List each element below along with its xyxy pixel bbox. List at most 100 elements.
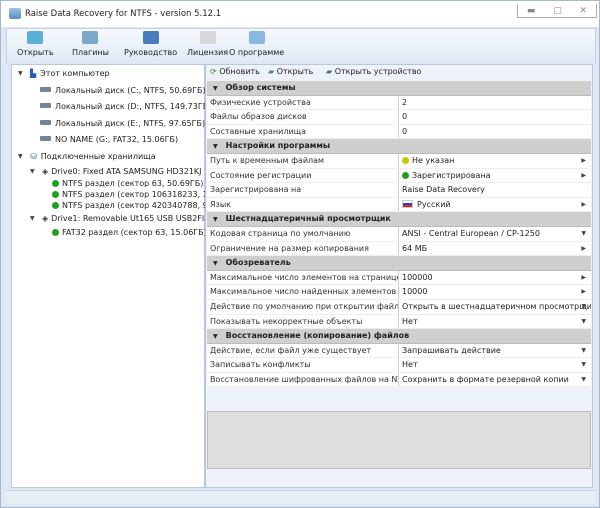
open-device-button[interactable]: ▰ Открыть устройство — [326, 67, 421, 76]
property-row[interactable]: Кодовая страница по умолчанию ANSI - Cent… — [207, 226, 591, 242]
manual-book-icon — [142, 31, 159, 44]
property-value-text: 10000 — [402, 287, 428, 297]
expand-arrow-icon[interactable]: ▶ — [581, 169, 586, 183]
expand-arrow-icon[interactable]: ▶ — [581, 154, 586, 168]
property-value[interactable]: 64 МБ ▶ — [399, 242, 591, 256]
property-name: Зарегистрирована на — [207, 183, 399, 197]
dropdown-arrow-icon[interactable]: ▼ — [581, 227, 586, 241]
collapse-arrow-icon[interactable]: ▼ — [213, 260, 218, 267]
property-row[interactable]: Файлы образов дисков 0 — [207, 110, 591, 125]
open-button[interactable]: ▰ Открыть — [268, 67, 313, 76]
collapse-arrow-icon[interactable]: ▼ — [213, 85, 218, 92]
tree-node-disk[interactable]: Локальный диск (E:, NTFS, 97.65ГБ) — [40, 117, 205, 130]
toolbar-button-0[interactable]: Открыть — [17, 31, 54, 57]
section-header[interactable]: ▼ Настройки программы — [207, 139, 591, 154]
property-name: Показывать некорректные объекты — [207, 314, 399, 329]
section-title: Настройки программы — [225, 141, 331, 151]
expand-arrow-icon[interactable]: ▼ — [18, 153, 23, 160]
property-row[interactable]: Максимальное число найденных элементов в… — [207, 285, 591, 300]
tree-node-storages[interactable]: ⛁ Подключенные хранилища — [30, 150, 156, 163]
expand-arrow-icon[interactable]: ▼ — [18, 70, 23, 77]
section-header[interactable]: ▼ Восстановление (копирование) файлов — [207, 329, 591, 344]
dropdown-arrow-icon[interactable]: ▼ — [581, 300, 586, 314]
expand-arrow-icon[interactable]: ▼ — [30, 215, 35, 222]
toolbar-button-4[interactable]: О программе — [229, 31, 284, 57]
property-value: 0 — [399, 110, 591, 124]
dropdown-arrow-icon[interactable]: ▼ — [581, 358, 586, 372]
tree-node-label: Локальный диск (D:, NTFS, 149.73ГБ) — [55, 102, 212, 111]
property-value[interactable]: 10000 ▶ — [399, 285, 591, 299]
hard-drive-icon: ◈ — [42, 213, 49, 223]
expand-arrow-icon[interactable]: ▶ — [581, 285, 586, 299]
collapse-arrow-icon[interactable]: ▼ — [213, 143, 218, 150]
property-row[interactable]: Действие, если файл уже существует Запраш… — [207, 343, 591, 359]
collapse-arrow-icon[interactable]: ▼ — [213, 333, 218, 340]
window-title: Raise Data Recovery for NTFS - version 5… — [25, 9, 222, 19]
property-row[interactable]: Ограничение на размер копирования 64 МБ ▶ — [207, 241, 591, 257]
property-row[interactable]: Составные хранилища 0 — [207, 124, 591, 140]
toolbar-button-1[interactable]: Плагины — [72, 31, 109, 57]
property-row[interactable]: Записывать конфликты Нет ▼ — [207, 358, 591, 373]
property-row[interactable]: Путь к временным файлам Не указан ▶ — [207, 153, 591, 169]
tree-node-drive1[interactable]: ◈ Drive1: Removable Ut165 USB USB2Flash — [42, 212, 218, 225]
tree-node-disk[interactable]: NO NAME (G:, FAT32, 15.06ГБ) — [40, 133, 178, 146]
property-value-text: Нет — [402, 360, 418, 370]
toolbar-button-2[interactable]: Руководство — [124, 31, 177, 57]
property-value[interactable]: Нет ▼ — [399, 358, 591, 372]
property-value[interactable]: Запрашивать действие ▼ — [399, 344, 591, 358]
property-row[interactable]: Зарегистрирована на Raise Data Recovery — [207, 183, 591, 198]
tree-node-label: Локальный диск (C:, NTFS, 50.69ГБ) — [55, 85, 206, 95]
dropdown-arrow-icon[interactable]: ▼ — [581, 315, 586, 329]
property-value[interactable]: Нет ▼ — [399, 315, 591, 329]
property-grid: ▼ Обзор системы Физические устройства 2 Файл… — [207, 81, 591, 388]
property-row[interactable]: Восстановление шифрованных файлов на NTF… — [207, 372, 591, 388]
toolbar-label: Руководство — [124, 48, 178, 57]
minimize-button[interactable]: ▬ — [527, 6, 536, 16]
section-header[interactable]: ▼ Шестнадцатеричный просмотрщик — [207, 212, 591, 227]
dropdown-arrow-icon[interactable]: ▼ — [581, 373, 586, 387]
section-header[interactable]: ▼ Обозреватель — [207, 256, 591, 271]
tree-node-label: Локальный диск (E:, NTFS, 97.65ГБ) — [55, 118, 206, 128]
property-value[interactable]: Не указан ▶ — [399, 154, 591, 168]
storage-icon: ⛁ — [30, 151, 37, 161]
property-value[interactable]: Зарегистрирована ▶ — [399, 169, 591, 183]
tree-node-computer[interactable]: ▙ Этот компьютер — [30, 67, 110, 80]
property-row[interactable]: Максимальное число элементов на странице… — [207, 270, 591, 286]
property-value[interactable]: Открыть в шестнадцатеричном просмотрщике… — [399, 300, 591, 314]
main-toolbar: Открыть Плагины Руководство Лицензия О прогр… — [6, 28, 596, 64]
close-button[interactable]: ✕ — [580, 6, 588, 16]
plugins-folder-icon — [82, 31, 99, 44]
dropdown-arrow-icon[interactable]: ▼ — [581, 344, 586, 358]
property-value-text: Запрашивать действие — [402, 345, 501, 355]
device-tree[interactable]: ▼ ▙ Этот компьютер Локальный диск (C:, NTFS… — [11, 64, 244, 488]
property-value-text: ANSI - Central European / CP-1250 — [402, 228, 540, 238]
property-value[interactable]: Русский ▶ — [399, 198, 591, 212]
property-name: Язык — [207, 197, 399, 212]
expand-arrow-icon[interactable]: ▶ — [581, 242, 586, 256]
status-ok-icon — [402, 171, 409, 179]
property-row[interactable]: Показывать некорректные объекты Нет ▼ — [207, 314, 591, 330]
property-row[interactable]: Язык Русский ▶ — [207, 197, 591, 213]
expand-arrow-icon[interactable]: ▶ — [581, 198, 586, 212]
tree-node-partition[interactable]: FAT32 раздел (сектор 63, 15.06ГБ) — [52, 226, 207, 239]
toolbar-label: Лицензия — [187, 48, 229, 57]
toolbar-button-3[interactable]: Лицензия — [187, 31, 228, 57]
property-row[interactable]: Физические устройства 2 — [207, 95, 591, 111]
partition-status-icon — [52, 228, 59, 236]
refresh-button[interactable]: ⟳ Обновить — [210, 67, 260, 76]
expand-arrow-icon[interactable]: ▶ — [581, 271, 586, 285]
property-value[interactable]: ANSI - Central European / CP-1250 ▼ — [399, 227, 591, 241]
tree-node-disk[interactable]: Локальный диск (C:, NTFS, 50.69ГБ) — [40, 84, 206, 97]
app-icon — [9, 8, 21, 19]
expand-arrow-icon[interactable]: ▼ — [30, 168, 35, 175]
property-value[interactable]: Сохранить в формате резервной копии ▼ — [399, 373, 591, 387]
section-header[interactable]: ▼ Обзор системы — [207, 81, 591, 96]
tree-node-disk[interactable]: Локальный диск (D:, NTFS, 149.73ГБ) — [40, 100, 211, 113]
property-value-text: Raise Data Recovery — [402, 185, 485, 195]
maximize-button[interactable]: ▢ — [553, 6, 562, 16]
collapse-arrow-icon[interactable]: ▼ — [213, 216, 218, 223]
property-row[interactable]: Состояние регистрации Зарегистрирована ▶ — [207, 168, 591, 184]
property-value[interactable]: 100000 ▶ — [399, 271, 591, 285]
property-row[interactable]: Действие по умолчанию при открытии файла… — [207, 299, 591, 315]
folder-open-icon — [27, 31, 44, 44]
